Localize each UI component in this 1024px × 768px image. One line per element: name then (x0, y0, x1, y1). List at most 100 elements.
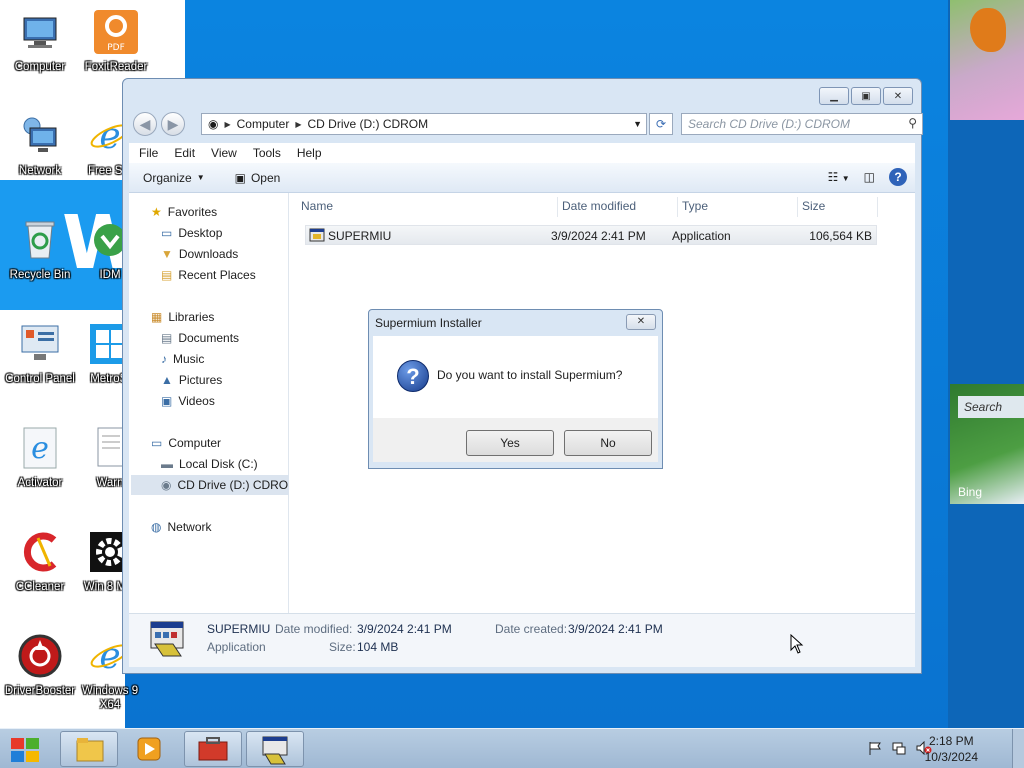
menu-bar: File Edit View Tools Help (129, 143, 915, 163)
system-clock[interactable]: 2:18 PM 10/3/2024 (925, 733, 978, 765)
taskbar-explorer-button[interactable] (60, 731, 118, 767)
application-icon (262, 736, 288, 765)
start-button[interactable] (8, 735, 42, 765)
nav-local-disk[interactable]: ▬ Local Disk (C:) (161, 457, 258, 471)
flag-icon[interactable] (868, 741, 882, 755)
menu-edit[interactable]: Edit (174, 143, 195, 163)
details-date-modified: 3/9/2024 2:41 PM (357, 622, 452, 636)
address-dropdown-icon[interactable]: ▼ (633, 119, 642, 129)
desktop-icon-foxitreader[interactable]: PDF FoxitReader (78, 8, 154, 74)
address-bar[interactable]: ◉ ▶ Computer ▶ CD Drive (D:) CDROM ▼ (201, 113, 647, 135)
show-desktop-button[interactable] (1012, 729, 1024, 768)
close-button[interactable]: ✕ (883, 87, 913, 105)
preview-pane-button[interactable]: ◫ (864, 170, 875, 184)
minimize-button[interactable]: ▁ (819, 87, 849, 105)
nav-favorites[interactable]: ★ Favorites (151, 205, 217, 219)
command-toolbar: Organize ▼ ▣ Open ☷ ▼ ◫ ? (129, 163, 915, 193)
file-type: Application (672, 229, 731, 243)
bing-search-input[interactable]: Search (958, 396, 1024, 418)
dialog-body: ? Do you want to install Supermium? (373, 336, 658, 418)
organize-label: Organize (143, 170, 192, 185)
nav-videos-label: Videos (178, 394, 215, 408)
nav-recent-places[interactable]: ▤ Recent Places (161, 268, 256, 282)
svg-text:e: e (99, 116, 120, 157)
taskbar-media-player-button[interactable] (122, 731, 180, 767)
view-list-icon: ☷ (827, 170, 839, 184)
search-icon[interactable]: ⚲ (908, 116, 917, 130)
dialog-footer: Yes No (373, 418, 658, 462)
view-options-button[interactable]: ☷ ▼ (828, 170, 850, 184)
desktop-icon-activator[interactable]: e Activator (2, 424, 78, 490)
forward-arrow-icon: ▶ (167, 116, 179, 132)
nav-libraries[interactable]: ▦ Libraries (151, 310, 214, 324)
close-icon: ✕ (636, 316, 646, 327)
toolbox-icon (198, 737, 228, 761)
nav-computer[interactable]: ▭ Computer (151, 436, 221, 450)
details-date-modified-label: Date modified: (275, 622, 353, 636)
menu-view[interactable]: View (211, 143, 237, 163)
svg-text:PDF: PDF (107, 43, 125, 53)
desktop-icon-ccleaner[interactable]: CCleaner (2, 528, 78, 594)
taskbar-toolbox-button[interactable] (184, 731, 242, 767)
nav-videos[interactable]: ▣ Videos (161, 394, 215, 408)
column-divider[interactable] (557, 197, 558, 217)
breadcrumb-computer[interactable]: Computer (237, 117, 290, 131)
refresh-button[interactable]: ⟳ (649, 113, 673, 135)
nav-music-label: Music (173, 352, 205, 366)
star-icon: ★ (151, 205, 162, 219)
details-name: SUPERMIU (207, 622, 271, 636)
open-icon: ▣ (234, 170, 246, 185)
breadcrumb-cd-drive[interactable]: CD Drive (D:) CDROM (307, 117, 428, 131)
computer-small-icon: ▭ (151, 436, 163, 450)
maximize-button[interactable]: ▣ (851, 87, 881, 105)
menu-help[interactable]: Help (297, 143, 322, 163)
nav-favorites-label: Favorites (167, 205, 218, 219)
nav-music[interactable]: ♪ Music (161, 352, 204, 366)
open-button[interactable]: ▣ Open (235, 171, 281, 185)
desktop-icon-network[interactable]: Network (2, 112, 78, 178)
recycle-bin-icon (16, 216, 64, 264)
nav-desktop[interactable]: ▭ Desktop (161, 226, 222, 240)
file-row[interactable]: SUPERMIU 3/9/2024 2:41 PM Application 10… (305, 225, 877, 245)
no-button[interactable]: No (564, 430, 652, 456)
menu-file[interactable]: File (139, 143, 158, 163)
nav-downloads[interactable]: ▼ Downloads (161, 247, 238, 261)
column-divider[interactable] (677, 197, 678, 217)
desktop-icon-recycle-bin[interactable]: Recycle Bin (2, 216, 78, 282)
column-header-date[interactable]: Date modified (562, 199, 636, 213)
forward-button[interactable]: ▶ (161, 112, 185, 136)
network-small-icon: ◍ (151, 520, 162, 534)
documents-icon: ▤ (161, 331, 173, 345)
search-input[interactable]: Search CD Drive (D:) CDROM ⚲ (681, 113, 923, 135)
nav-documents[interactable]: ▤ Documents (161, 331, 239, 345)
organize-button[interactable]: Organize ▼ (143, 171, 205, 185)
dialog-close-button[interactable]: ✕ (626, 314, 656, 330)
desktop-icon-control-panel[interactable]: Control Panel (2, 320, 78, 386)
nav-cd-drive[interactable]: ◉ CD Drive (D:) CDROI (161, 478, 291, 492)
nav-network-label: Network (167, 520, 212, 534)
back-button[interactable]: ◀ (133, 112, 157, 136)
desktop-icon-computer[interactable]: Computer (2, 8, 78, 74)
column-header-name[interactable]: Name (301, 199, 333, 213)
preview-pane-icon: ◫ (863, 170, 875, 184)
control-panel-icon (16, 320, 64, 368)
nav-pictures[interactable]: ▲ Pictures (161, 373, 222, 387)
yes-button[interactable]: Yes (466, 430, 554, 456)
explorer-title-bar[interactable]: ▁ ▣ ✕ (123, 79, 921, 111)
column-divider[interactable] (877, 197, 878, 217)
column-divider[interactable] (797, 197, 798, 217)
chevron-down-icon: ▼ (841, 174, 850, 183)
minimize-icon: ▁ (830, 90, 838, 102)
desktop-icon-driverbooster[interactable]: DriverBooster (2, 632, 78, 698)
menu-tools[interactable]: Tools (253, 143, 281, 163)
libraries-icon: ▦ (151, 310, 163, 324)
details-file-icon (149, 618, 189, 665)
navigation-pane: ★ Favorites ▭ Desktop ▼ Downloads ▤ Recent P… (129, 193, 291, 613)
network-tray-icon[interactable] (892, 741, 906, 755)
column-header-size[interactable]: Size (802, 199, 825, 213)
nav-recent-label: Recent Places (178, 268, 256, 282)
taskbar-installer-button[interactable] (246, 731, 304, 767)
column-header-type[interactable]: Type (682, 199, 708, 213)
nav-network[interactable]: ◍ Network (151, 520, 212, 534)
help-icon[interactable]: ? (889, 168, 907, 186)
